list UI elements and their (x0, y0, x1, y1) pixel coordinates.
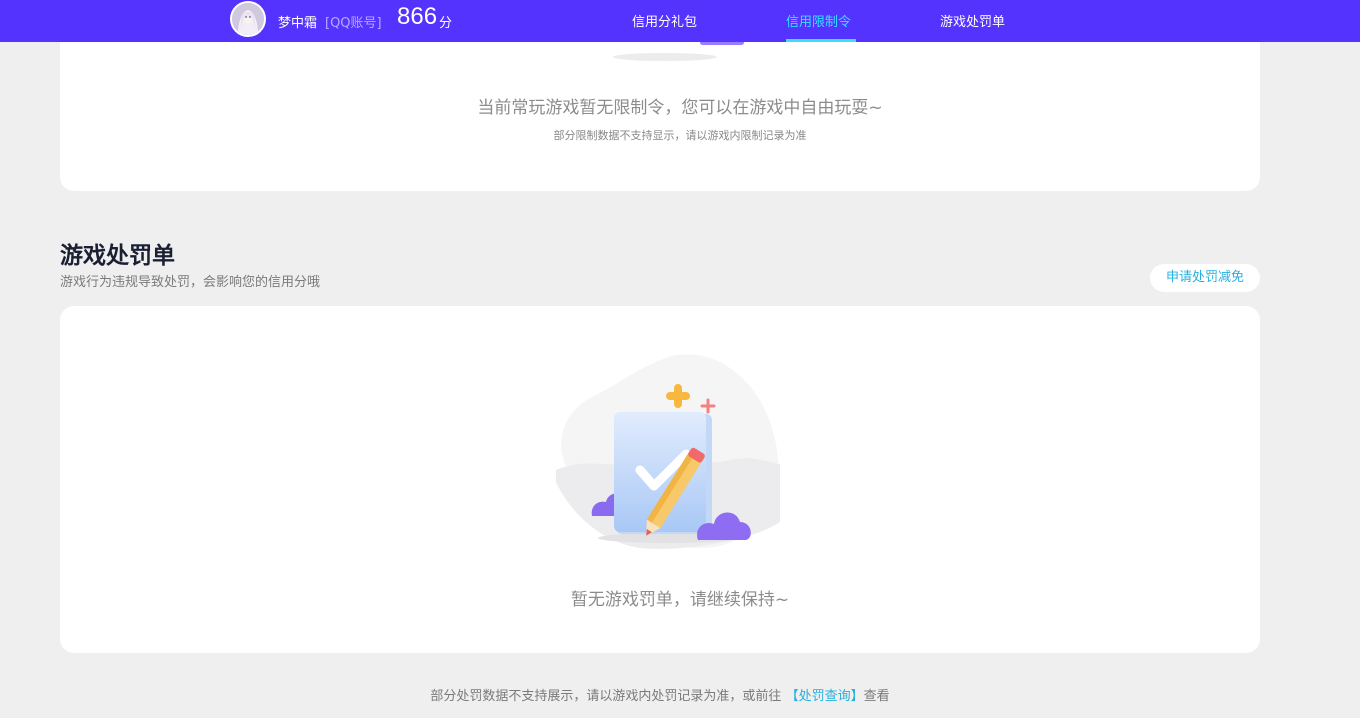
credit-score-value: 866 (397, 3, 438, 30)
credit-score-unit: 分 (439, 16, 453, 31)
tab-credit-restriction[interactable]: 信用限制令 (786, 11, 851, 30)
penalty-section-description: 游戏行为违规导致处罚，会影响您的信用分哦 (60, 275, 321, 290)
tab-credit-gift[interactable]: 信用分礼包 (632, 11, 697, 30)
penalty-empty-title: 暂无游戏罚单，请继续保持~ (570, 590, 790, 610)
apply-penalty-reduction-button[interactable]: 申请处罚减免 (1150, 264, 1260, 292)
username: 梦中霜 (278, 16, 318, 31)
penalty-query-link[interactable]: 【处罚查询】 (786, 689, 864, 704)
tab-game-penalty[interactable]: 游戏处罚单 (940, 11, 1005, 30)
penalty-section-title: 游戏处罚单 (60, 243, 175, 269)
avatar[interactable] (230, 1, 266, 37)
empty-restriction-illustration (613, 40, 744, 61)
document-check-pencil-icon (556, 354, 780, 549)
top-nav-bar: 梦中霜 [QQ账号] 866 分 信用分礼包 信用限制令 游戏处罚单 (0, 0, 1360, 42)
restriction-empty-note: 部分限制数据不支持显示，请以游戏内限制记录为准 (553, 129, 807, 142)
active-tab-indicator (786, 39, 856, 42)
footer-note-prefix: 部分处罚数据不支持展示，请以游戏内处罚记录为准，或前往 (430, 689, 782, 704)
restriction-empty-title: 当前常玩游戏暂无限制令，您可以在游戏中自由玩耍~ (477, 98, 883, 118)
footer-note-suffix: 查看 (863, 689, 890, 704)
account-type-label: [QQ账号] (325, 16, 382, 31)
penalty-footer-note: 部分处罚数据不支持展示，请以游戏内处罚记录为准，或前往 【处罚查询】查看 (0, 685, 1320, 704)
